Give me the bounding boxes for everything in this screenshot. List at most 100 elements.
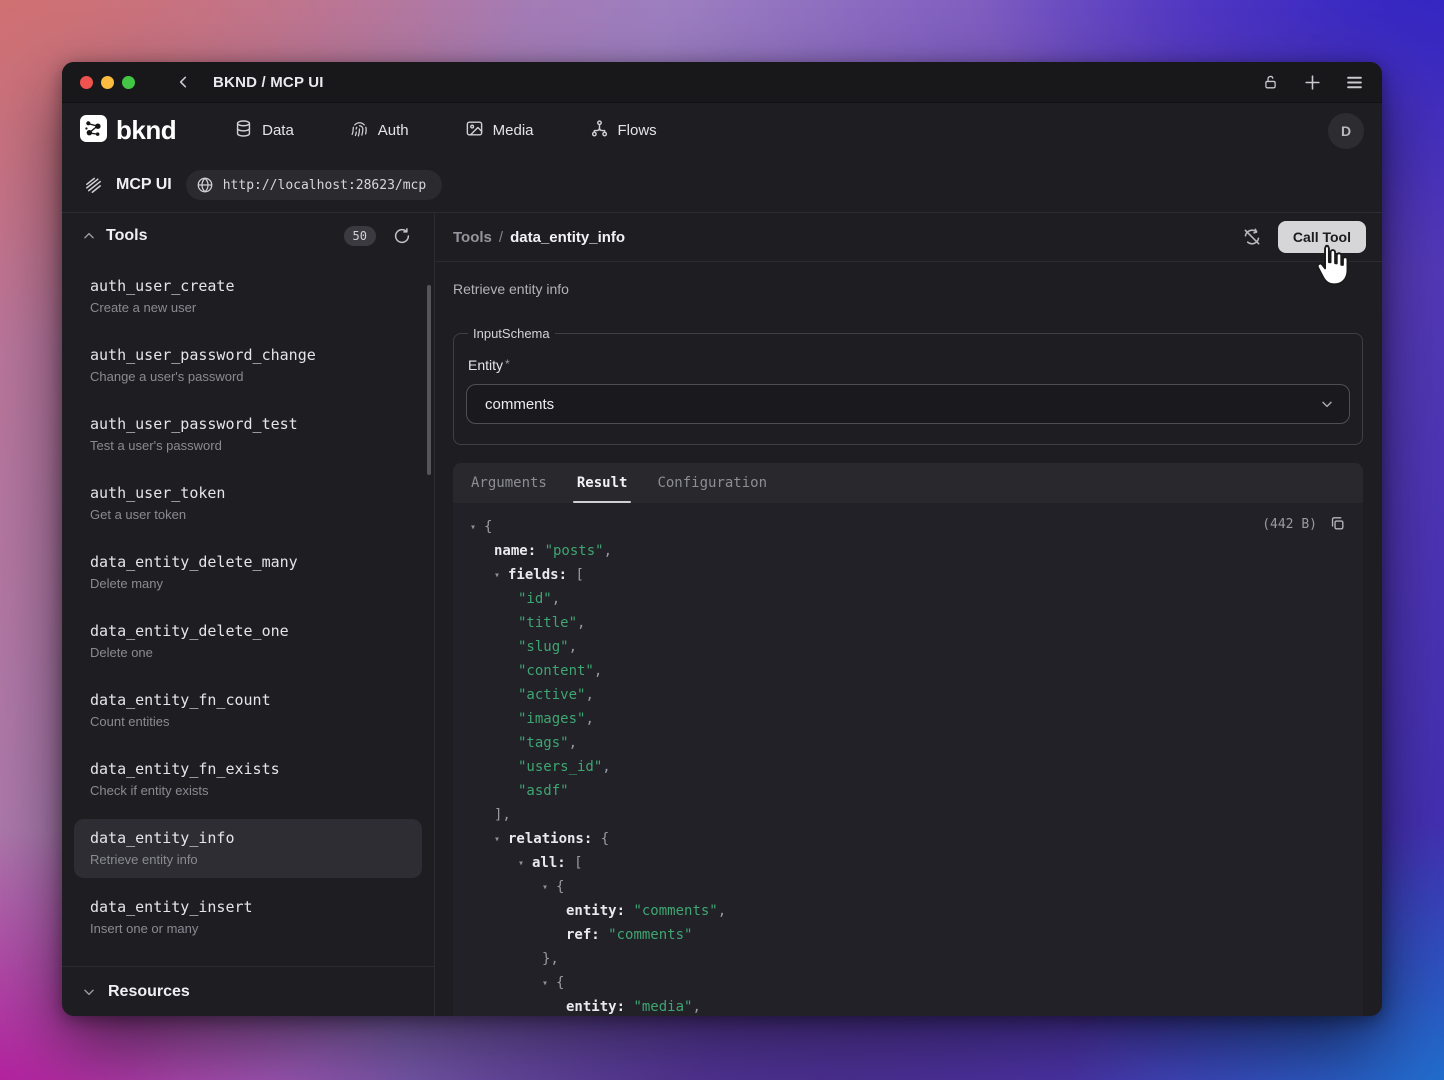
tools-section-header[interactable]: Tools 50	[62, 213, 434, 259]
collapse-triangle-icon[interactable]: ▾	[470, 516, 484, 540]
copy-icon[interactable]	[1329, 515, 1347, 533]
json-line: ],	[453, 803, 1363, 827]
tool-description: Retrieve entity info	[453, 281, 1363, 297]
globe-icon	[196, 176, 214, 194]
mcp-bar: MCP UI http://localhost:28623/mcp	[62, 158, 1382, 213]
tool-name: auth_user_password_test	[90, 415, 406, 433]
lock-open-icon[interactable]	[1260, 72, 1280, 92]
back-icon[interactable]	[171, 69, 197, 95]
database-icon	[234, 119, 253, 142]
sidebar-item-data_entity_info[interactable]: data_entity_infoRetrieve entity info	[74, 819, 422, 878]
json-line: "active",	[453, 683, 1363, 707]
nav-item-auth[interactable]: Auth	[350, 119, 409, 142]
tool-name: auth_user_token	[90, 484, 406, 502]
server-url-pill[interactable]: http://localhost:28623/mcp	[186, 170, 443, 200]
json-line: "content",	[453, 659, 1363, 683]
sidebar-item-data_entity_delete_one[interactable]: data_entity_delete_oneDelete one	[74, 612, 422, 671]
refresh-off-icon[interactable]	[1242, 227, 1262, 247]
resources-section-header[interactable]: Resources	[62, 966, 434, 1016]
json-lines: ▾{name: "posts",▾fields: ["id","title","…	[453, 515, 1363, 1016]
breadcrumb-separator: /	[499, 229, 503, 246]
json-line: entity: "comments",	[453, 899, 1363, 923]
tool-detail-header: Tools / data_entity_info Call Tool	[435, 213, 1382, 262]
bknd-logo[interactable]: bknd	[80, 115, 176, 147]
sidebar-item-auth_user_password_change[interactable]: auth_user_password_changeChange a user's…	[74, 336, 422, 395]
json-toggle-line[interactable]: ▾{	[453, 515, 1363, 539]
tool-name: data_entity_delete_one	[90, 622, 406, 640]
tools-sidebar: Tools 50 auth_user_create Create a new us…	[62, 213, 435, 1016]
bknd-logo-text: bknd	[116, 115, 176, 146]
breadcrumb-section[interactable]: Tools	[453, 229, 492, 246]
fingerprint-icon	[350, 119, 369, 142]
sidebar-item-data_entity_fn_exists[interactable]: data_entity_fn_existsCheck if entity exi…	[74, 750, 422, 809]
json-line: "asdf"	[453, 779, 1363, 803]
sidebar-item-auth_user_create[interactable]: auth_user_create Create a new user	[74, 267, 422, 326]
menu-icon[interactable]	[1344, 72, 1364, 92]
app-header: bknd Data Auth Media Flows D	[62, 103, 1382, 158]
collapse-triangle-icon[interactable]: ▾	[518, 852, 532, 876]
avatar[interactable]: D	[1328, 113, 1364, 149]
tab-arguments[interactable]: Arguments	[469, 463, 549, 503]
app-window: BKND / MCP UI bknd Data Auth Media Flows D	[62, 62, 1382, 1016]
content-area: Tools 50 auth_user_create Create a new us…	[62, 213, 1382, 1016]
collapse-triangle-icon[interactable]: ▾	[542, 972, 556, 996]
collapse-triangle-icon[interactable]: ▾	[494, 828, 508, 852]
tool-name: data_entity_fn_exists	[90, 760, 406, 778]
nav-item-label: Auth	[378, 122, 409, 139]
json-toggle-line[interactable]: ▾fields: [	[453, 563, 1363, 587]
collapse-triangle-icon[interactable]: ▾	[542, 876, 556, 900]
json-toggle-line[interactable]: ▾{	[453, 971, 1363, 995]
layers-icon	[84, 176, 102, 194]
json-line: ref: "comments"	[453, 923, 1363, 947]
nav-item-data[interactable]: Data	[234, 119, 294, 142]
tool-desc: Delete many	[90, 576, 406, 591]
result-json-viewer: (442 B) ▾{name: "posts",▾fields: ["id","…	[453, 503, 1363, 1016]
json-line: "users_id",	[453, 755, 1363, 779]
tool-detail-body: Retrieve entity info InputSchema Entity*…	[435, 262, 1382, 1016]
json-line: "tags",	[453, 731, 1363, 755]
minimize-window-button[interactable]	[101, 76, 114, 89]
titlebar[interactable]: BKND / MCP UI	[62, 62, 1382, 103]
json-line: },	[453, 947, 1363, 971]
main-nav: Data Auth Media Flows	[234, 119, 657, 142]
maximize-window-button[interactable]	[122, 76, 135, 89]
input-schema-legend: InputSchema	[468, 326, 555, 341]
tool-name: auth_user_password_change	[90, 346, 406, 364]
sidebar-item-data_entity_insert[interactable]: data_entity_insertInsert one or many	[74, 888, 422, 947]
tool-desc: Create a new user	[90, 300, 406, 315]
refresh-icon[interactable]	[392, 226, 412, 246]
json-line: "slug",	[453, 635, 1363, 659]
nav-item-media[interactable]: Media	[465, 119, 534, 142]
tab-result[interactable]: Result	[575, 463, 630, 503]
nav-item-label: Flows	[618, 122, 657, 139]
sidebar-scrollbar[interactable]	[427, 285, 431, 475]
sidebar-item-auth_user_token[interactable]: auth_user_tokenGet a user token	[74, 474, 422, 533]
tool-name: auth_user_create	[90, 277, 406, 295]
entity-select-value: comments	[485, 396, 554, 413]
collapse-triangle-icon[interactable]: ▾	[494, 564, 508, 588]
page-title: MCP UI	[116, 176, 172, 194]
tool-detail: Tools / data_entity_info Call Tool Retri…	[435, 213, 1382, 1016]
call-tool-button[interactable]: Call Tool	[1278, 221, 1366, 253]
required-marker: *	[505, 357, 510, 371]
close-window-button[interactable]	[80, 76, 93, 89]
json-toggle-line[interactable]: ▾all: [	[453, 851, 1363, 875]
sidebar-item-auth_user_password_test[interactable]: auth_user_password_test Test a user's pas…	[74, 405, 422, 464]
sidebar-item-data_entity_delete_many[interactable]: data_entity_delete_manyDelete many	[74, 543, 422, 602]
plus-icon[interactable]	[1302, 72, 1322, 92]
tab-configuration[interactable]: Configuration	[655, 463, 769, 503]
nav-item-flows[interactable]: Flows	[590, 119, 657, 142]
tool-desc: Insert one or many	[90, 921, 406, 936]
result-size-label: (442 B)	[1262, 517, 1317, 532]
tool-desc: Count entities	[90, 714, 406, 729]
tool-desc: Test a user's password	[90, 438, 406, 453]
json-line: entity: "media",	[453, 995, 1363, 1016]
entity-select[interactable]: comments	[466, 384, 1350, 424]
tools-count-badge: 50	[344, 226, 376, 246]
json-toggle-line[interactable]: ▾relations: {	[453, 827, 1363, 851]
sidebar-item-data_entity_fn_count[interactable]: data_entity_fn_countCount entities	[74, 681, 422, 740]
json-line: "images",	[453, 707, 1363, 731]
workflow-icon	[590, 119, 609, 142]
json-toggle-line[interactable]: ▾{	[453, 875, 1363, 899]
breadcrumb-current: data_entity_info	[510, 229, 625, 246]
